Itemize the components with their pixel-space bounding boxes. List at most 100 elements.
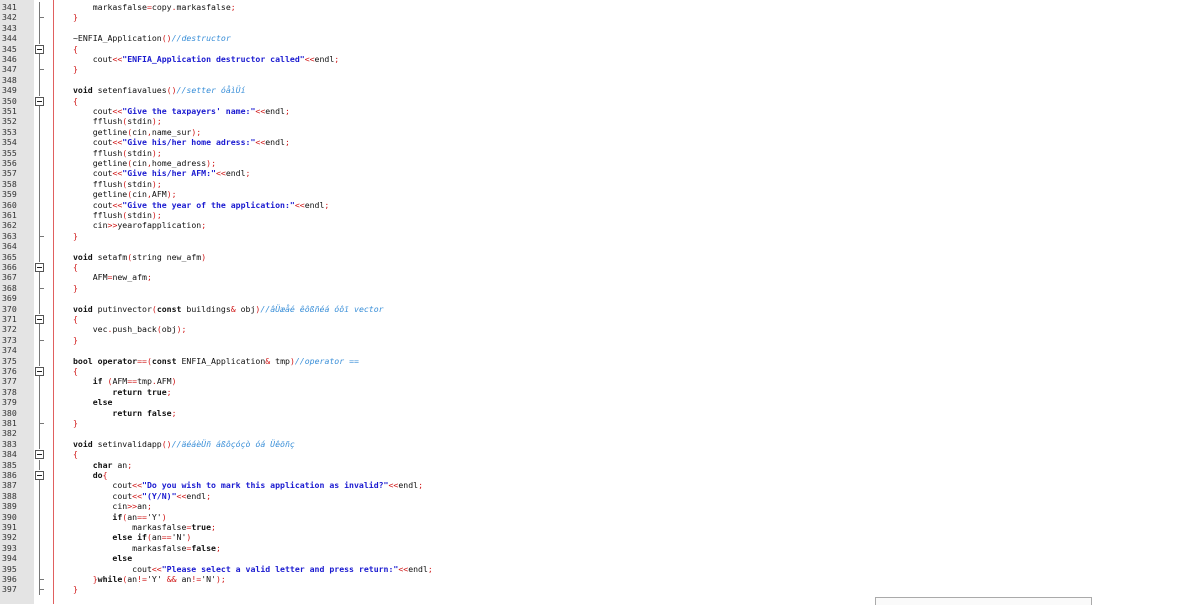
- code-text[interactable]: vec.push_back(obj);: [73, 324, 187, 334]
- code-text[interactable]: cout<<"Give the year of the application:…: [73, 200, 330, 210]
- code-text[interactable]: else: [73, 553, 132, 563]
- code-line[interactable]: 356 getline(cin,home_adress);: [0, 158, 1200, 169]
- code-line[interactable]: 347}: [0, 64, 1200, 76]
- code-text[interactable]: fflush(stdin);: [73, 148, 162, 158]
- code-line[interactable]: 389 cin>>an;: [0, 501, 1200, 512]
- code-line[interactable]: 374: [0, 345, 1200, 356]
- code-text[interactable]: cin>>yearofapplication;: [73, 220, 206, 230]
- code-text[interactable]: getline(cin,AFM);: [73, 189, 177, 199]
- code-text[interactable]: fflush(stdin);: [73, 210, 162, 220]
- code-text[interactable]: }: [73, 231, 78, 241]
- code-text[interactable]: return false;: [73, 408, 176, 418]
- code-line[interactable]: 387 cout<<"Do you wish to mark this appl…: [0, 480, 1200, 492]
- code-line[interactable]: 350 {: [0, 96, 1200, 106]
- code-line[interactable]: 355 fflush(stdin);: [0, 147, 1200, 159]
- code-line[interactable]: 367 AFM=new_afm;: [0, 272, 1200, 284]
- code-line[interactable]: 372 vec.push_back(obj);: [0, 324, 1200, 336]
- collapse-fold-icon[interactable]: [35, 366, 44, 377]
- code-line[interactable]: 358 fflush(stdin);: [0, 178, 1200, 190]
- code-text[interactable]: {: [73, 44, 78, 54]
- code-line[interactable]: 359 getline(cin,AFM);: [0, 189, 1200, 200]
- code-text[interactable]: char an;: [73, 460, 132, 470]
- code-text[interactable]: }: [73, 64, 78, 74]
- code-line[interactable]: 363}: [0, 230, 1200, 242]
- collapse-fold-icon[interactable]: [35, 314, 44, 325]
- code-line[interactable]: 380 return false;: [0, 407, 1200, 419]
- code-text[interactable]: fflush(stdin);: [73, 116, 162, 126]
- code-text[interactable]: {: [73, 314, 78, 324]
- collapse-fold-icon[interactable]: [35, 449, 44, 460]
- code-line[interactable]: 349 void setenfiavalues()//setter óåìÜí: [0, 85, 1200, 96]
- code-text[interactable]: {: [73, 449, 78, 459]
- code-text[interactable]: {: [73, 366, 78, 376]
- code-text[interactable]: do{: [73, 470, 108, 480]
- code-line[interactable]: 371 {: [0, 314, 1200, 325]
- code-line[interactable]: 364: [0, 241, 1200, 252]
- code-line[interactable]: 342}: [0, 12, 1200, 24]
- code-text[interactable]: if (AFM==tmp.AFM): [73, 376, 177, 386]
- code-line[interactable]: 341 markasfalse=copy.markasfalse;: [0, 2, 1200, 13]
- code-line[interactable]: 370 void putinvector(const buildings& obj…: [0, 303, 1200, 315]
- code-text[interactable]: cout<<"Do you wish to mark this applicat…: [73, 480, 423, 490]
- code-line[interactable]: 381}: [0, 418, 1200, 429]
- code-text[interactable]: void setinvalidapp()//äéáèÜñ áßôçóçò óá …: [73, 439, 295, 449]
- code-text[interactable]: }while(an!='Y' && an!='N');: [73, 574, 226, 584]
- code-text[interactable]: cout<<"Give the taxpayers' name:"<<endl;: [73, 106, 290, 116]
- code-text[interactable]: else if(an=='N'): [73, 532, 191, 542]
- code-line[interactable]: 345 {: [0, 44, 1200, 54]
- code-editor[interactable]: 341 markasfalse=copy.markasfalse; 342} 343…: [0, 0, 1200, 605]
- code-line[interactable]: 396 }while(an!='Y' && an!='N');: [0, 574, 1200, 585]
- code-text[interactable]: bool operator==(const ENFIA_Application&…: [73, 356, 359, 366]
- code-text[interactable]: }: [73, 584, 78, 594]
- code-text[interactable]: }: [73, 418, 78, 428]
- code-line[interactable]: 348: [0, 74, 1200, 86]
- code-line[interactable]: 379 else: [0, 397, 1200, 408]
- code-line[interactable]: 388 cout<<"(Y/N)"<<endl;: [0, 490, 1200, 502]
- code-line[interactable]: 397}: [0, 584, 1200, 596]
- code-line[interactable]: 362 cin>>yearofapplication;: [0, 220, 1200, 232]
- code-line[interactable]: 394 else: [0, 553, 1200, 564]
- code-text[interactable]: cin>>an;: [73, 501, 151, 511]
- code-text[interactable]: }: [73, 335, 78, 345]
- code-text[interactable]: markasfalse=false;: [73, 543, 221, 553]
- code-text[interactable]: }: [73, 283, 78, 293]
- code-line[interactable]: 365 void setafm(string new_afm): [0, 251, 1200, 263]
- code-text[interactable]: }: [73, 12, 78, 22]
- code-line[interactable]: 384 {: [0, 449, 1200, 460]
- code-text[interactable]: else: [73, 397, 113, 407]
- code-line[interactable]: 395 cout<<"Please select a valid letter …: [0, 563, 1200, 575]
- code-line[interactable]: 353 getline(cin,name_sur);: [0, 126, 1200, 138]
- code-line[interactable]: 382: [0, 428, 1200, 440]
- code-text[interactable]: markasfalse=copy.markasfalse;: [73, 2, 236, 12]
- code-text[interactable]: return true;: [73, 387, 171, 397]
- code-line[interactable]: 375 bool operator==(const ENFIA_Applicati…: [0, 355, 1200, 367]
- collapse-fold-icon[interactable]: [35, 262, 44, 273]
- code-line[interactable]: 377 if (AFM==tmp.AFM): [0, 376, 1200, 388]
- code-text[interactable]: cout<<"Give his/her home adress:"<<endl;: [73, 137, 290, 147]
- code-text[interactable]: {: [73, 96, 78, 106]
- code-line[interactable]: 351 cout<<"Give the taxpayers' name:"<<e…: [0, 106, 1200, 117]
- code-line[interactable]: 383 void setinvalidapp()//äéáèÜñ áßôçóçò …: [0, 438, 1200, 450]
- code-line[interactable]: 392 else if(an=='N'): [0, 532, 1200, 544]
- code-line[interactable]: 378 return true;: [0, 386, 1200, 398]
- code-text[interactable]: if(an=='Y'): [73, 512, 166, 522]
- code-text[interactable]: cout<<"Give his/her AFM:"<<endl;: [73, 168, 251, 178]
- code-line[interactable]: 385 char an;: [0, 459, 1200, 471]
- code-line[interactable]: 361 fflush(stdin);: [0, 210, 1200, 221]
- code-line[interactable]: 376 {: [0, 366, 1200, 377]
- collapse-fold-icon[interactable]: [35, 470, 44, 481]
- code-text[interactable]: cout<<"(Y/N)"<<endl;: [73, 491, 211, 501]
- code-line[interactable]: 369: [0, 293, 1200, 304]
- code-text[interactable]: cout<<"Please select a valid letter and …: [73, 564, 433, 574]
- code-text[interactable]: {: [73, 262, 78, 272]
- collapse-fold-icon[interactable]: [35, 96, 44, 106]
- code-text[interactable]: void setafm(string new_afm): [73, 252, 206, 262]
- code-text[interactable]: cout<<"ENFIA_Application destructor call…: [73, 54, 340, 64]
- code-line[interactable]: 393 markasfalse=false;: [0, 542, 1200, 554]
- code-text[interactable]: getline(cin,home_adress);: [73, 158, 216, 168]
- collapse-fold-icon[interactable]: [35, 44, 44, 54]
- code-line[interactable]: 386 do{: [0, 470, 1200, 481]
- code-text[interactable]: AFM=new_afm;: [73, 272, 152, 282]
- code-line[interactable]: 390 if(an=='Y'): [0, 511, 1200, 523]
- code-line[interactable]: 366 {: [0, 262, 1200, 273]
